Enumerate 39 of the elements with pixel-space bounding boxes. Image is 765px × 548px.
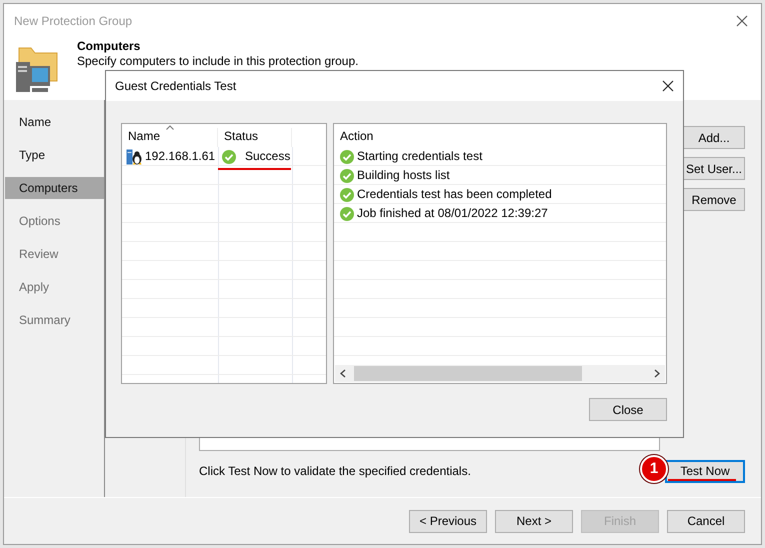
column-header[interactable]: Name (122, 128, 218, 147)
side-button[interactable]: Set User... (683, 157, 745, 180)
step-item[interactable]: Summary (5, 309, 104, 331)
scroll-left-icon[interactable] (340, 369, 346, 378)
close-icon[interactable] (736, 15, 748, 27)
action-text: Job finished at 08/01/2022 12:39:27 (357, 206, 548, 221)
column-header[interactable]: Status (218, 128, 292, 147)
step-item[interactable]: Apply (5, 276, 104, 298)
step-item[interactable]: Review (5, 243, 104, 265)
footer-button[interactable]: < Previous (409, 510, 487, 532)
page-title: Computers (77, 39, 142, 54)
server-penguin-icon (126, 148, 143, 164)
test-now-button[interactable]: Test Now (665, 460, 745, 482)
step-item[interactable]: Name (5, 111, 104, 133)
step-item[interactable]: Computers (5, 177, 104, 199)
horizontal-scrollbar[interactable] (335, 365, 665, 382)
step-item[interactable]: Type (5, 144, 104, 166)
side-button[interactable]: Remove (683, 188, 745, 211)
footer-button[interactable]: Cancel (667, 510, 745, 532)
dialog-title: Guest Credentials Test (115, 79, 236, 93)
window-title: New Protection Group (14, 14, 132, 28)
close-button[interactable]: Close (589, 398, 667, 421)
action-text: Starting credentials test (357, 149, 482, 164)
scrollbar-thumb[interactable] (354, 366, 582, 381)
action-text: Building hosts list (357, 168, 450, 183)
scroll-right-icon[interactable] (654, 369, 660, 378)
annotation-badge: 1 (640, 455, 668, 483)
host-name[interactable]: 192.168.1.61 (145, 149, 216, 164)
annotation-underline (668, 479, 736, 481)
page-subtitle: Specify computers to include in this protection group. (77, 54, 358, 68)
action-text: Credentials test has been completed (357, 187, 552, 202)
step-item[interactable]: Options (5, 210, 104, 232)
side-button[interactable]: Add... (683, 126, 745, 149)
column-header[interactable]: Action (334, 128, 374, 147)
footer-button[interactable]: Next > (495, 510, 573, 532)
hint-text: Click Test Now to validate the specified credentials. (199, 464, 471, 478)
status-text: Success (245, 149, 290, 164)
sort-caret-icon (166, 125, 174, 130)
close-icon[interactable] (662, 80, 674, 92)
